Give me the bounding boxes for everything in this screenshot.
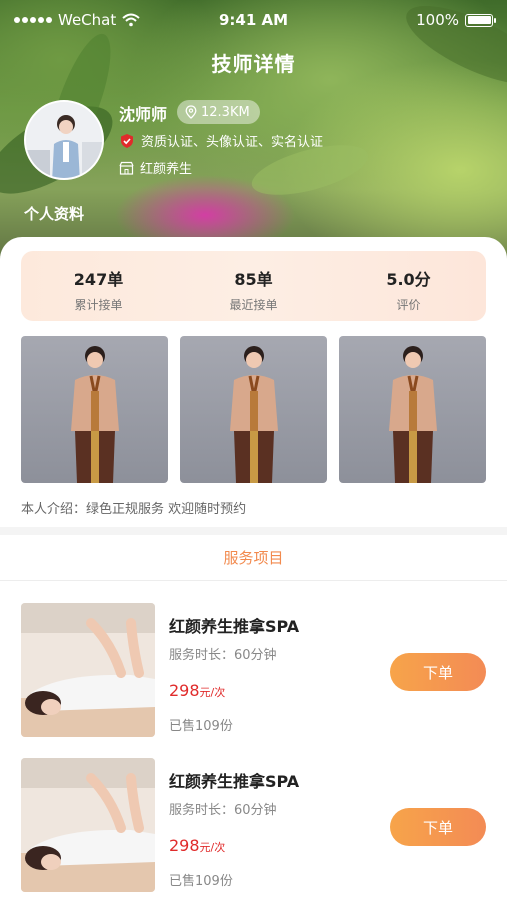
self-introduction: 本人介绍：绿色正规服务 欢迎随时预约 <box>21 502 247 517</box>
certification-row: 资质认证、头像认证、实名认证 <box>119 131 323 150</box>
service-price: 298元/次 <box>169 836 225 855</box>
service-item[interactable]: 红颜养生推拿SPA 服务时长：60分钟 298元/次 已售109份 下单 <box>0 758 507 898</box>
service-sold-count: 已售109份 <box>169 874 233 889</box>
battery-label: 100% <box>416 11 459 29</box>
stat-label: 最近接单 <box>229 298 278 312</box>
service-image <box>21 758 155 892</box>
photo-gallery <box>21 336 486 483</box>
service-title: 红颜养生推拿SPA <box>169 772 300 791</box>
service-duration: 服务时长：60分钟 <box>169 648 277 663</box>
location-pin-icon <box>185 105 197 119</box>
stat-value: 85单 <box>234 270 273 289</box>
stats-card: 247单 累计接单 85单 最近接单 5.0分 评价 <box>21 251 486 321</box>
service-title: 红颜养生推拿SPA <box>169 617 300 636</box>
service-image <box>21 603 155 737</box>
stat-label: 评价 <box>396 298 421 312</box>
certification-text: 资质认证、头像认证、实名认证 <box>141 135 324 150</box>
service-item[interactable]: 红颜养生推拿SPA 服务时长：60分钟 298元/次 已售109份 下单 <box>0 603 507 743</box>
shop-name: 红颜养生 <box>140 162 193 177</box>
page-title: 技师详情 <box>211 52 296 76</box>
stat-label: 累计接单 <box>74 298 123 312</box>
battery-icon <box>465 13 496 27</box>
stat-rating: 5.0分 评价 <box>331 251 486 321</box>
price-unit: 元/次 <box>199 841 226 854</box>
service-sold-count: 已售109份 <box>169 719 233 734</box>
distance-value: 12.3KM <box>201 104 250 120</box>
gallery-photo[interactable] <box>180 336 327 483</box>
gallery-photo[interactable] <box>339 336 486 483</box>
services-section-title: 服务项目 <box>223 549 284 567</box>
profile-section-label: 个人资料 <box>24 205 85 223</box>
stat-total-orders: 247单 累计接单 <box>21 251 176 321</box>
price-value: 298 <box>169 681 200 700</box>
order-button[interactable]: 下单 <box>390 808 486 846</box>
order-button[interactable]: 下单 <box>390 653 486 691</box>
service-price: 298元/次 <box>169 681 225 700</box>
status-bar: WeChat 9:41 AM 100% <box>0 0 507 40</box>
service-duration: 服务时长：60分钟 <box>169 803 277 818</box>
stat-value: 5.0分 <box>386 270 431 289</box>
shop-row: 红颜养生 <box>119 158 192 177</box>
stat-value: 247单 <box>73 270 124 289</box>
gallery-photo[interactable] <box>21 336 168 483</box>
section-line <box>0 580 507 581</box>
distance-badge: 12.3KM <box>177 100 260 124</box>
section-divider <box>0 527 507 535</box>
price-unit: 元/次 <box>199 686 226 699</box>
technician-name: 沈师师 <box>119 105 168 124</box>
avatar <box>24 100 104 180</box>
verified-badge-icon <box>121 133 133 148</box>
shop-icon <box>119 161 134 175</box>
stat-recent-orders: 85单 最近接单 <box>176 251 331 321</box>
price-value: 298 <box>169 836 200 855</box>
